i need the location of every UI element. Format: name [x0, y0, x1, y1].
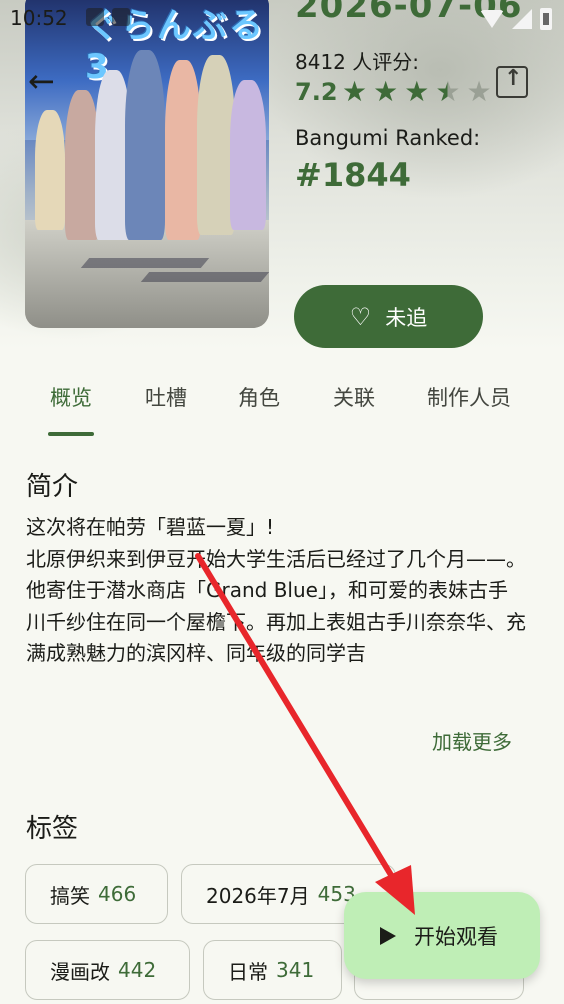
- tag-count: 466: [98, 882, 137, 906]
- start-watching-button[interactable]: 开始观看: [344, 892, 540, 979]
- cover-character: [165, 60, 201, 240]
- heart-outline-icon: ♡: [349, 302, 372, 331]
- back-arrow-icon[interactable]: ←: [28, 64, 62, 98]
- system-indicators: [480, 8, 552, 30]
- star-half-icon: ★: [435, 75, 461, 108]
- app-notification-icon: [112, 8, 130, 26]
- tab-overview[interactable]: 概览: [50, 382, 92, 412]
- tag-count: 442: [118, 958, 157, 982]
- follow-button[interactable]: ♡ 未追: [294, 285, 483, 348]
- tab-relations[interactable]: 关联: [333, 382, 375, 412]
- notification-icons: [86, 8, 130, 26]
- star-icon: ★: [342, 75, 368, 108]
- tag-count: 341: [276, 958, 315, 982]
- rating-stars: ★ ★ ★ ★ ★: [342, 78, 492, 106]
- status-bar: 10:52: [0, 0, 564, 36]
- rank-value: #1844: [295, 156, 411, 194]
- cover-shadow: [140, 272, 269, 282]
- wifi-icon: [480, 10, 504, 28]
- rank-label: Bangumi Ranked:: [295, 126, 481, 150]
- load-more-link[interactable]: 加载更多: [432, 726, 512, 755]
- cover-shadow: [80, 258, 210, 268]
- tag-chip[interactable]: 漫画改 442: [25, 940, 190, 1000]
- tab-bar: 概览 吐槽 角色 关联 制作人员: [0, 372, 564, 436]
- tag-name: 搞笑: [50, 883, 90, 908]
- tag-name: 日常: [228, 959, 268, 984]
- follow-button-label: 未追: [385, 305, 428, 330]
- tag-chip[interactable]: 日常 341: [203, 940, 342, 1000]
- cover-character: [125, 50, 165, 240]
- cover-image[interactable]: ぐらんぶる3: [25, 0, 269, 328]
- tags-title: 标签: [26, 814, 79, 844]
- tag-name: 2026年7月: [206, 883, 310, 908]
- summary-title: 简介: [26, 472, 79, 502]
- cover-character: [65, 90, 99, 240]
- star-icon: ★: [373, 75, 399, 108]
- rating-score: 7.2: [295, 78, 338, 106]
- play-icon: [380, 926, 396, 945]
- star-empty-icon: ★: [466, 75, 492, 108]
- tag-name: 漫画改: [50, 959, 110, 984]
- tiktok-notification-icon: [86, 8, 104, 26]
- battery-icon: [540, 8, 552, 30]
- tab-characters[interactable]: 角色: [238, 382, 280, 412]
- signal-icon: [512, 9, 532, 29]
- cover-character: [35, 110, 65, 230]
- status-time: 10:52: [10, 6, 68, 30]
- tab-staff[interactable]: 制作人员: [427, 382, 511, 412]
- rating-count: 8412 人评分:: [295, 50, 419, 74]
- open-in-browser-icon[interactable]: [496, 66, 528, 98]
- start-watching-label: 开始观看: [414, 924, 498, 949]
- tab-comments[interactable]: 吐槽: [145, 382, 187, 412]
- summary-text: 这次将在帕劳「碧蓝一夏」! 北原伊织来到伊豆开始大学生活后已经过了几个月——。 …: [26, 515, 526, 665]
- tag-chip[interactable]: 搞笑 466: [25, 864, 168, 924]
- cover-character: [230, 80, 266, 230]
- star-icon: ★: [404, 75, 430, 108]
- tab-indicator: [48, 432, 94, 436]
